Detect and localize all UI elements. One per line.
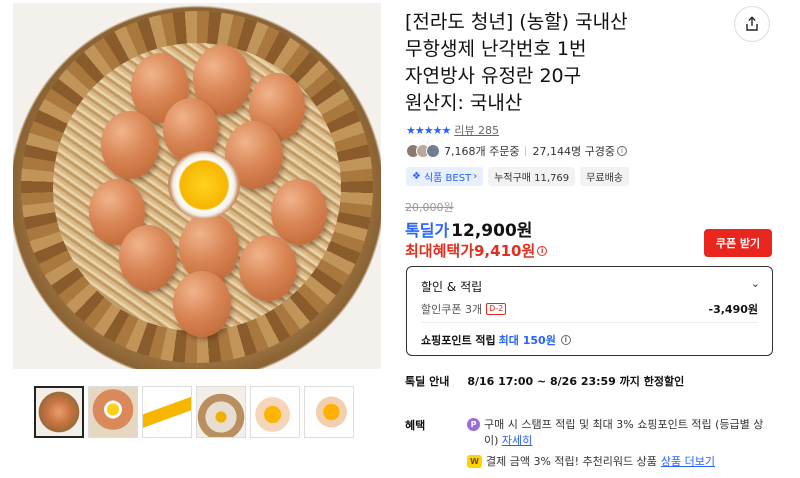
info-icon[interactable]: i <box>616 146 627 156</box>
benefit-item-reward: W 결제 금액 3% 적립! 추천리워드 상품 상품 더보기 <box>467 453 715 469</box>
point-label: 쇼핑포인트 적립 <box>421 334 496 347</box>
tag-food-best[interactable]: ❖ 식품 BEST › <box>406 167 484 186</box>
deal-price: 12,900원 <box>451 221 533 241</box>
notice-label: 톡딜 안내 <box>405 375 450 388</box>
tag-free-shipping: 무료배송 <box>580 167 629 186</box>
tag-label: 식품 BEST <box>423 173 472 184</box>
benefits-label: 혜택 <box>405 419 426 432</box>
deal-notice: 톡딜 안내 8/16 17:00 ~ 8/26 23:59 까지 한정할인 <box>405 373 684 389</box>
main-product-image[interactable] <box>13 3 381 369</box>
divider <box>525 146 527 156</box>
chevron-down-icon[interactable]: ⌄ <box>751 277 760 290</box>
point-icon: P <box>467 418 480 431</box>
point-row: 쇼핑포인트 적립 최대 150원 i <box>421 332 571 348</box>
coupon-label: 할인쿠폰 3개 <box>421 303 483 316</box>
max-benefit-label: 최대혜택가9,410원 <box>405 242 536 260</box>
product-title: [전라도 청년] (농할) 국내산 무항생제 난각번호 1번 자연방사 유정란 … <box>405 9 695 117</box>
thumbnail-strip <box>34 386 354 438</box>
title-line: 무항생제 난각번호 1번 <box>405 38 587 60</box>
coupon-row: 할인쿠폰 3개 D-2 <box>421 301 507 317</box>
thumbnail-yolk-hand[interactable] <box>250 386 300 438</box>
chevron-right-icon: › <box>473 171 478 182</box>
rating-stars: ★★★★★ <box>406 123 451 137</box>
info-icon[interactable]: i <box>560 335 571 345</box>
share-button[interactable] <box>734 6 770 42</box>
benefit-item-stamp: P 구매 시 스탬프 적립 및 최대 3% 쇼핑포인트 적립 (등급별 상이) … <box>467 417 767 449</box>
more-products-link[interactable]: 상품 더보기 <box>661 453 715 469</box>
get-coupon-button[interactable]: 쿠폰 받기 <box>704 229 772 257</box>
coupon-deadline-badge: D-2 <box>486 303 507 315</box>
thumbnail-egg-chopsticks[interactable] <box>142 386 192 438</box>
review-count-link[interactable]: 리뷰 285 <box>454 122 499 138</box>
max-benefit-price: 최대혜택가9,410원 i <box>405 240 548 261</box>
rating-row: ★★★★★ 리뷰 285 <box>406 122 499 138</box>
tag-icon: ❖ <box>412 171 421 182</box>
deal-label: 톡딜가 <box>405 221 450 240</box>
buyers-row: 7,168개 주문중 27,144명 구경중 i <box>406 143 627 159</box>
notice-text: 8/16 17:00 ~ 8/26 23:59 까지 한정할인 <box>467 375 685 388</box>
details-link[interactable]: 자세히 <box>502 434 532 447</box>
buyer-avatars <box>406 144 440 158</box>
title-line: 원산지: 국내산 <box>405 92 523 114</box>
benefit-text: 구매 시 스탬프 적립 및 최대 3% 쇼핑포인트 적립 (등급별 상이) 자세… <box>484 417 767 449</box>
divider <box>421 322 758 323</box>
egg <box>119 225 177 291</box>
egg <box>101 111 159 179</box>
benefit-description: 결제 금액 3% 적립! 추천리워드 상품 <box>486 455 657 468</box>
product-tags: ❖ 식품 BEST › 누적구매 11,769 무료배송 <box>406 167 629 186</box>
title-line: 자연방사 유정란 20구 <box>405 65 582 87</box>
viewer-count: 27,144명 구경중 <box>532 145 615 158</box>
point-value: 최대 150원 <box>498 334 556 347</box>
tag-cumulative: 누적구매 11,769 <box>488 167 576 186</box>
info-icon[interactable]: i <box>537 245 548 256</box>
thumbnail-yolk-pinch[interactable] <box>304 386 354 438</box>
benefit-box-heading: 할인 & 적립 <box>421 280 483 294</box>
egg <box>271 179 327 245</box>
egg <box>239 235 297 301</box>
cracked-egg-yolk <box>168 151 240 219</box>
thumbnail-egg-yolk[interactable] <box>88 386 138 438</box>
original-price: 20,000원 <box>405 201 454 214</box>
coupon-amount: -3,490원 <box>708 303 758 316</box>
deal-price-row: 톡딜가 12,900원 <box>405 216 532 241</box>
thumbnail-egg-nest[interactable] <box>34 386 84 438</box>
reward-icon: W <box>467 454 482 468</box>
discount-benefit-box: 할인 & 적립 ⌄ 할인쿠폰 3개 D-2 -3,490원 쇼핑포인트 적립 최… <box>406 266 773 356</box>
thumbnail-egg-basket[interactable] <box>196 386 246 438</box>
avatar <box>426 144 440 158</box>
share-icon <box>746 16 758 31</box>
egg <box>173 271 231 337</box>
title-line: [전라도 청년] (농할) 국내산 <box>405 11 628 33</box>
order-count: 7,168개 주문중 <box>444 145 520 158</box>
